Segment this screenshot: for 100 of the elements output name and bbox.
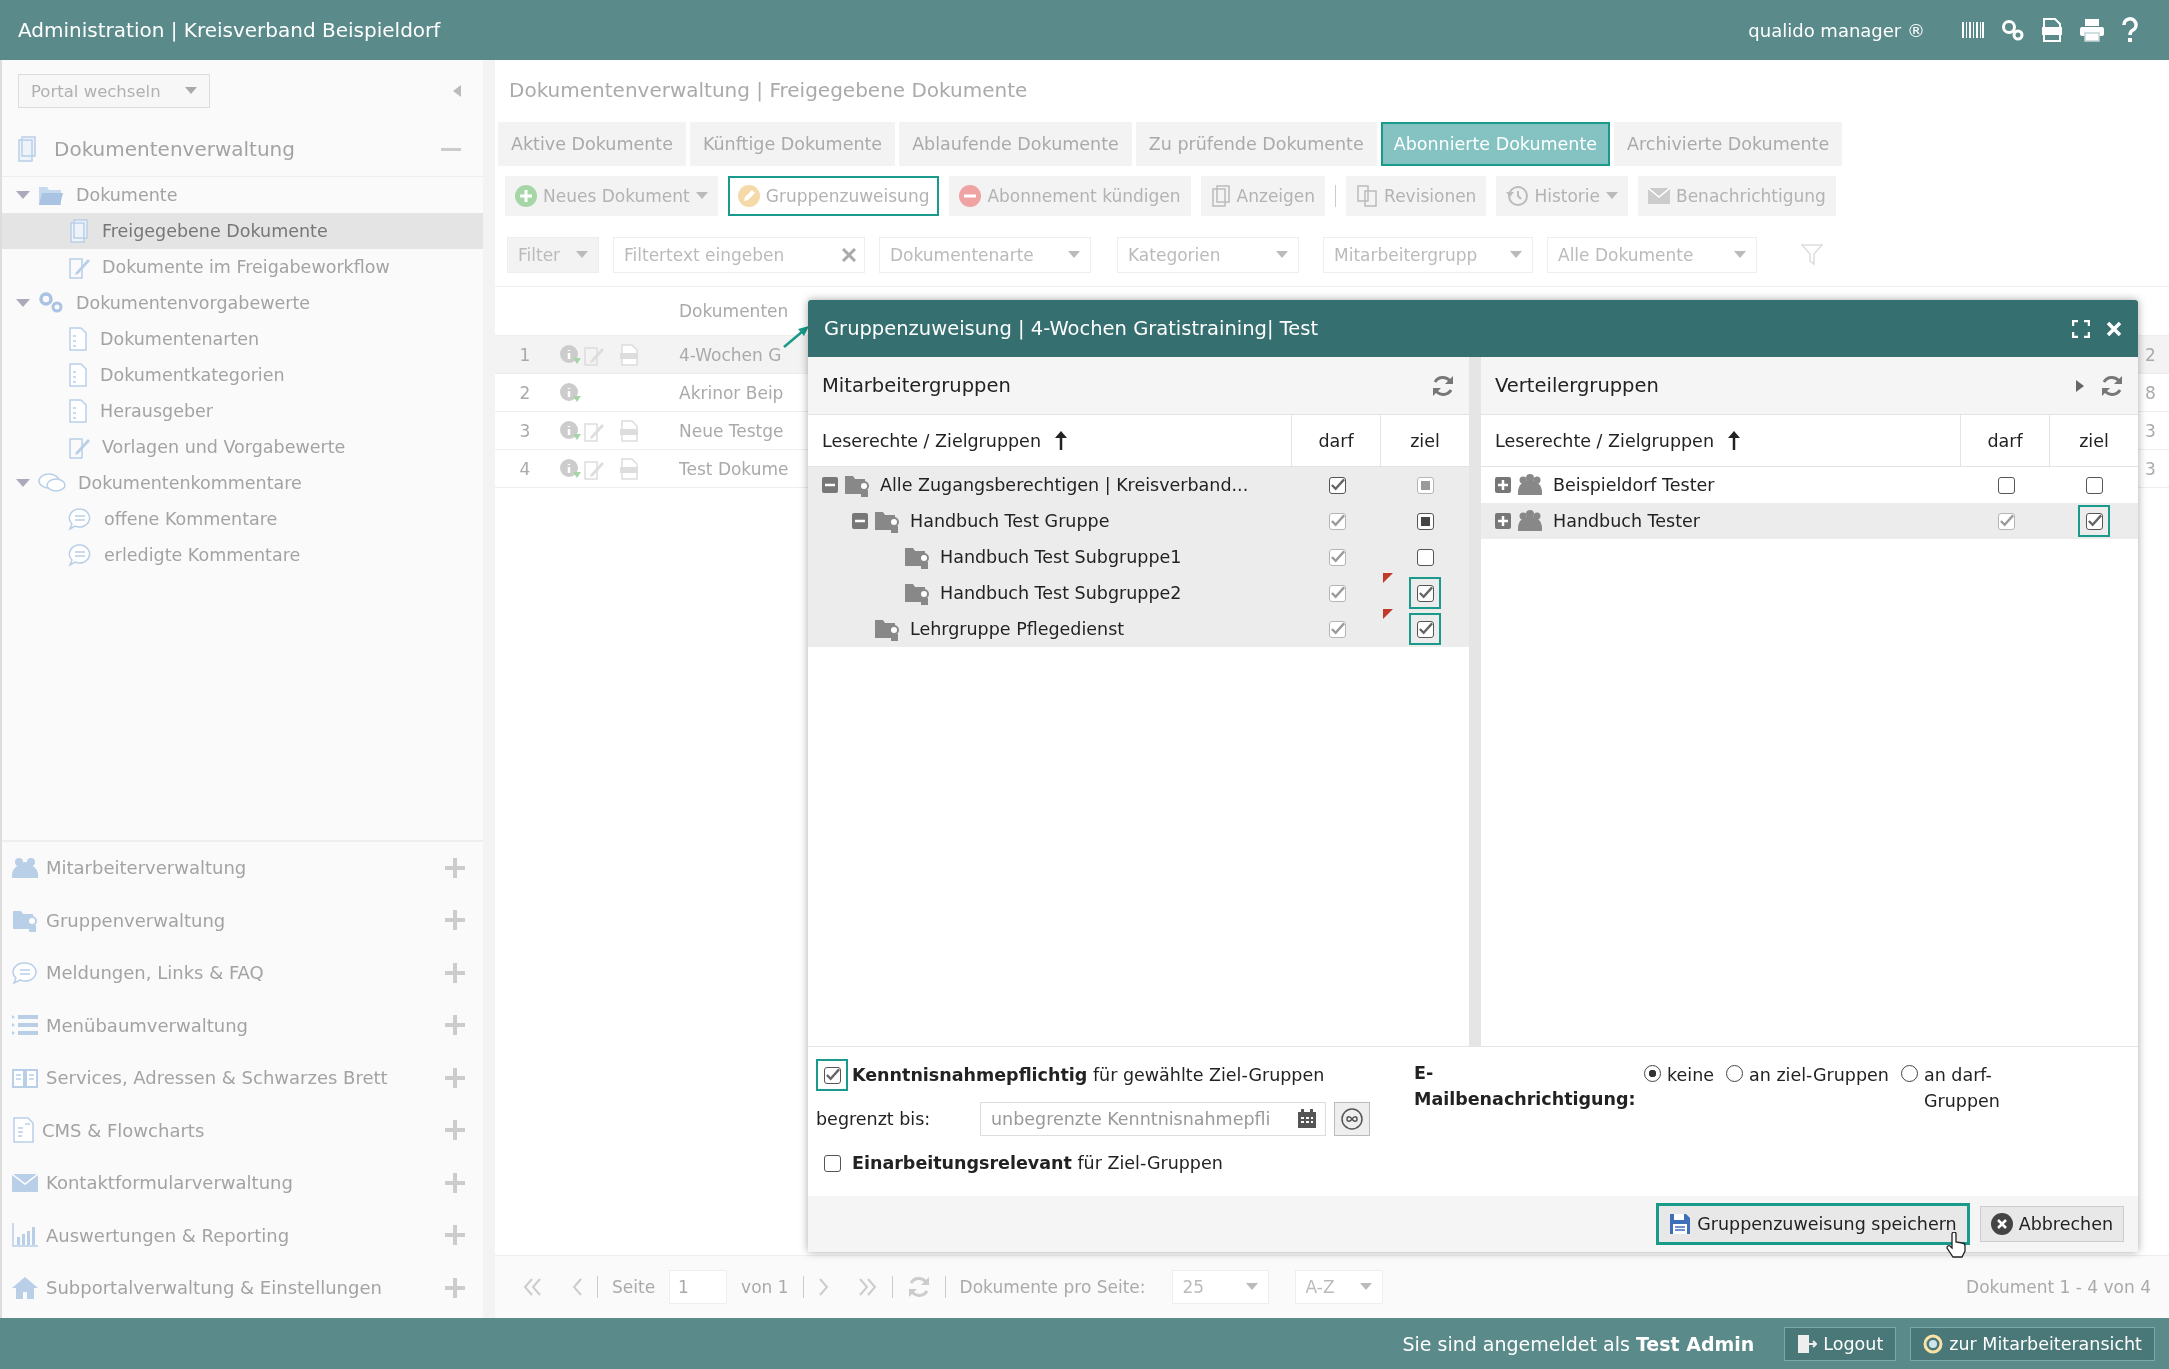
checkbox[interactable]: [1416, 476, 1434, 494]
module-item[interactable]: Kontaktformularverwaltung: [2, 1156, 483, 1209]
maximize-icon[interactable]: [2072, 319, 2090, 338]
checkbox[interactable]: [2085, 476, 2103, 494]
checkbox[interactable]: [1328, 620, 1346, 638]
sort-arrow-icon[interactable]: [1728, 430, 1740, 451]
section-header[interactable]: Dokumentenverwaltung: [2, 122, 483, 177]
collapse-icon[interactable]: [453, 85, 461, 97]
tab[interactable]: Archivierte Dokumente: [1614, 122, 1843, 166]
checkbox[interactable]: [823, 1154, 841, 1172]
group-row[interactable]: Handbuch Test Subgruppe2: [808, 575, 1469, 611]
checkbox[interactable]: [1416, 584, 1434, 602]
checkbox[interactable]: [2085, 512, 2103, 530]
unlimited-button[interactable]: [1334, 1102, 1370, 1136]
gears-icon[interactable]: [2001, 18, 2025, 42]
tree-item[interactable]: Dokumentkategorien: [2, 357, 483, 393]
search-input[interactable]: Filtertext eingeben: [622, 244, 842, 266]
group-row[interactable]: Handbuch Test Gruppe: [808, 503, 1469, 539]
previous-page-icon[interactable]: [571, 1278, 583, 1296]
checkbox[interactable]: [1328, 548, 1346, 566]
filter-dropdown[interactable]: Alle Dokumente: [1547, 237, 1757, 273]
barcode-icon[interactable]: [1961, 20, 1985, 40]
sort-select[interactable]: A-Z: [1294, 1270, 1383, 1304]
status-button[interactable]: zur Mitarbeiteransicht: [1910, 1326, 2155, 1361]
page-field[interactable]: 1: [669, 1270, 728, 1304]
date-field[interactable]: unbegrenzte Kenntnisnahmepfli: [980, 1102, 1326, 1136]
portal-select[interactable]: Portal wechseln: [18, 74, 210, 108]
status-button[interactable]: Logout: [1784, 1326, 1897, 1361]
tree-item[interactable]: Vorlagen und Vorgabewerte: [2, 429, 483, 465]
tree-item[interactable]: Freigegebene Dokumente: [2, 213, 483, 249]
help-icon[interactable]: [2121, 17, 2139, 43]
per-page-select[interactable]: 25: [1171, 1270, 1269, 1304]
module-item[interactable]: Gruppenverwaltung: [2, 894, 483, 947]
column-header[interactable]: darf: [1961, 415, 2050, 466]
module-item[interactable]: Menübaumverwaltung: [2, 999, 483, 1052]
radio-option[interactable]: keine: [1644, 1062, 1714, 1089]
group-row[interactable]: Alle Zugangsberechtigen | Kreisverband...: [808, 467, 1469, 503]
checkbox[interactable]: [1997, 512, 2015, 530]
column-header[interactable]: ziel: [1381, 415, 1469, 466]
module-item[interactable]: Services, Adressen & Schwarzes Brett: [2, 1051, 483, 1104]
filter-dropdown[interactable]: Mitarbeitergrupp: [1323, 237, 1533, 273]
checkbox[interactable]: [1416, 548, 1434, 566]
expand-icon[interactable]: [1495, 477, 1511, 493]
column-header[interactable]: Dokumenten: [679, 301, 785, 321]
caret-icon[interactable]: [16, 190, 30, 200]
tree-item[interactable]: Dokumentenkommentare: [2, 465, 483, 501]
toolbar-button[interactable]: Abonnement kündigen: [949, 176, 1191, 216]
checkbox[interactable]: [1328, 476, 1346, 494]
tree-item[interactable]: offene Kommentare: [2, 501, 483, 537]
tree-item[interactable]: erledigte Kommentare: [2, 537, 483, 573]
info-icon[interactable]: [559, 419, 581, 442]
tree-item[interactable]: Dokumente: [2, 177, 483, 213]
tab[interactable]: Künftige Dokumente: [689, 122, 896, 166]
group-row[interactable]: Handbuch Test Subgruppe1: [808, 539, 1469, 575]
checkbox[interactable]: [1416, 512, 1434, 530]
info-icon[interactable]: [559, 457, 581, 480]
collapse-icon[interactable]: [822, 477, 838, 493]
last-page-icon[interactable]: [857, 1278, 878, 1296]
toolbar-button[interactable]: Revisionen: [1346, 176, 1487, 216]
next-page-icon[interactable]: [817, 1278, 830, 1296]
column-header[interactable]: ziel: [2050, 415, 2138, 466]
tree-item[interactable]: Dokumentenvorgabewerte: [2, 285, 483, 321]
radio-option[interactable]: an ziel-Gruppen: [1726, 1062, 1889, 1089]
calendar-icon[interactable]: [1297, 1109, 1317, 1129]
checkbox[interactable]: [1328, 512, 1346, 530]
toolbar-button[interactable]: Gruppenzuweisung: [727, 176, 940, 216]
module-item[interactable]: CMS & Flowcharts: [2, 1104, 483, 1157]
tree-item[interactable]: Dokumente im Freigabeworkflow: [2, 249, 483, 285]
info-icon[interactable]: [559, 343, 581, 366]
filter-dropdown[interactable]: Kategorien: [1117, 237, 1299, 273]
radio-option[interactable]: an darf-Gruppen: [1900, 1062, 2024, 1115]
checkbox[interactable]: [1997, 476, 2015, 494]
filter-dropdown[interactable]: Filter: [507, 237, 599, 273]
module-item[interactable]: Subportalverwaltung & Einstellungen: [2, 1261, 483, 1314]
search-field[interactable]: Filtertext eingeben: [613, 237, 865, 273]
tab[interactable]: Abonnierte Dokumente: [1380, 122, 1611, 166]
filter-dropdown[interactable]: Dokumentenarte: [879, 237, 1091, 273]
refresh-icon[interactable]: [2100, 373, 2124, 398]
info-icon[interactable]: [559, 381, 581, 404]
checkbox[interactable]: [823, 1066, 841, 1084]
close-icon[interactable]: [2106, 320, 2122, 337]
toolbar-button[interactable]: Historie: [1496, 176, 1628, 216]
checkbox[interactable]: [1416, 620, 1434, 638]
dialog-button[interactable]: Abbrechen: [1979, 1206, 2124, 1242]
column-header[interactable]: darf: [1292, 415, 1381, 466]
first-page-icon[interactable]: [523, 1278, 543, 1296]
date-input[interactable]: unbegrenzte Kenntnisnahmepfli: [989, 1108, 1297, 1130]
module-item[interactable]: Auswertungen & Reporting: [2, 1209, 483, 1262]
refresh-icon[interactable]: [1431, 373, 1455, 398]
column-header[interactable]: Leserechte / Zielgruppen: [822, 430, 1041, 451]
tree-item[interactable]: Dokumentenarten: [2, 321, 483, 357]
toolbar-button[interactable]: Neues Dokument: [505, 176, 718, 216]
caret-icon[interactable]: [16, 298, 30, 308]
clear-icon[interactable]: [842, 248, 856, 262]
checkbox[interactable]: [1328, 584, 1346, 602]
tab[interactable]: Aktive Dokumente: [498, 122, 686, 166]
tab[interactable]: Ablaufende Dokumente: [899, 122, 1132, 166]
caret-icon[interactable]: [16, 478, 30, 488]
tab[interactable]: Zu prüfende Dokumente: [1135, 122, 1377, 166]
column-header[interactable]: Leserechte / Zielgruppen: [1495, 430, 1714, 451]
